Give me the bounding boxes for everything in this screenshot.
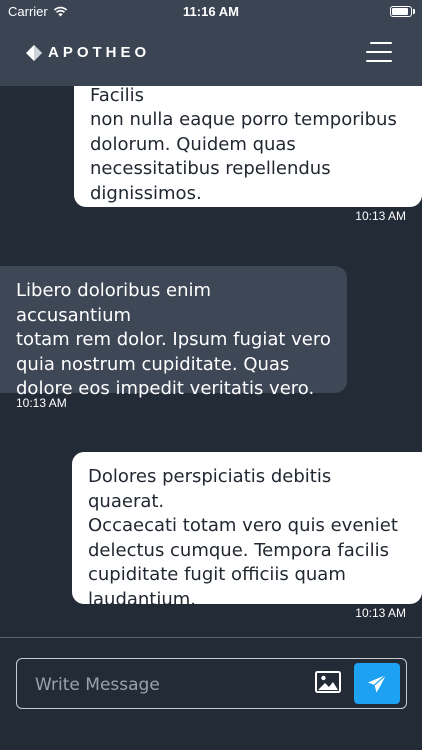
- chat-thread[interactable]: voluptate vel aliquam atque. Facilis non…: [0, 86, 422, 636]
- battery-icon: [390, 6, 415, 17]
- message-bubble-outgoing: Dolores perspiciatis debitis quaerat. Oc…: [72, 452, 422, 610]
- message-line: dolorum. Quidem quas: [90, 133, 296, 155]
- message-line: voluptate vel aliquam atque. Facilis: [90, 86, 145, 106]
- battery-level: [392, 8, 408, 15]
- message-line: non nulla eaque porro temporibus: [90, 109, 397, 130]
- message-bubble-outgoing: voluptate vel aliquam atque. Facilis non…: [74, 86, 422, 207]
- logo-mark-icon: [26, 44, 42, 61]
- menu-button[interactable]: [366, 39, 392, 65]
- message-line: Libero doloribus enim accusantium: [16, 280, 212, 326]
- message-input[interactable]: [33, 659, 307, 710]
- message-line: Occaecati totam vero quis eveniet: [88, 515, 398, 536]
- message-line: delectus cumque. Tempora facilis: [88, 539, 390, 561]
- message-time: 10:13 AM: [16, 396, 67, 410]
- status-time: 11:16 AM: [183, 4, 239, 19]
- send-icon: [368, 674, 387, 692]
- app-header: APOTHEO: [0, 24, 422, 86]
- send-button[interactable]: [354, 663, 400, 704]
- message-line: necessitatibus repellendus: [90, 158, 331, 179]
- message-line: Dolores perspiciatis debitis quaerat.: [88, 466, 332, 512]
- message-time: 10:13 AM: [355, 209, 406, 223]
- hamburger-menu-icon: [370, 42, 392, 44]
- attach-image-button[interactable]: [315, 671, 341, 693]
- message-time: 10:13 AM: [355, 606, 406, 620]
- message-bubble-incoming: Libero doloribus enim accusantium totam …: [0, 266, 347, 399]
- message-line: quia nostrum cupiditate. Quas: [16, 353, 290, 375]
- message-line: dignissimos.: [90, 182, 202, 204]
- message-input-box: [16, 658, 407, 710]
- status-bar: Carrier 11:16 AM: [0, 0, 422, 24]
- message-line: cupiditate fugit officiis quam: [88, 564, 346, 585]
- image-icon: [315, 671, 341, 693]
- logo-text: APOTHEO: [48, 44, 151, 61]
- message-line: totam rem dolor. Ipsum fugiat vero: [16, 329, 331, 350]
- message-composer: [0, 638, 422, 750]
- app-logo[interactable]: APOTHEO: [26, 44, 150, 61]
